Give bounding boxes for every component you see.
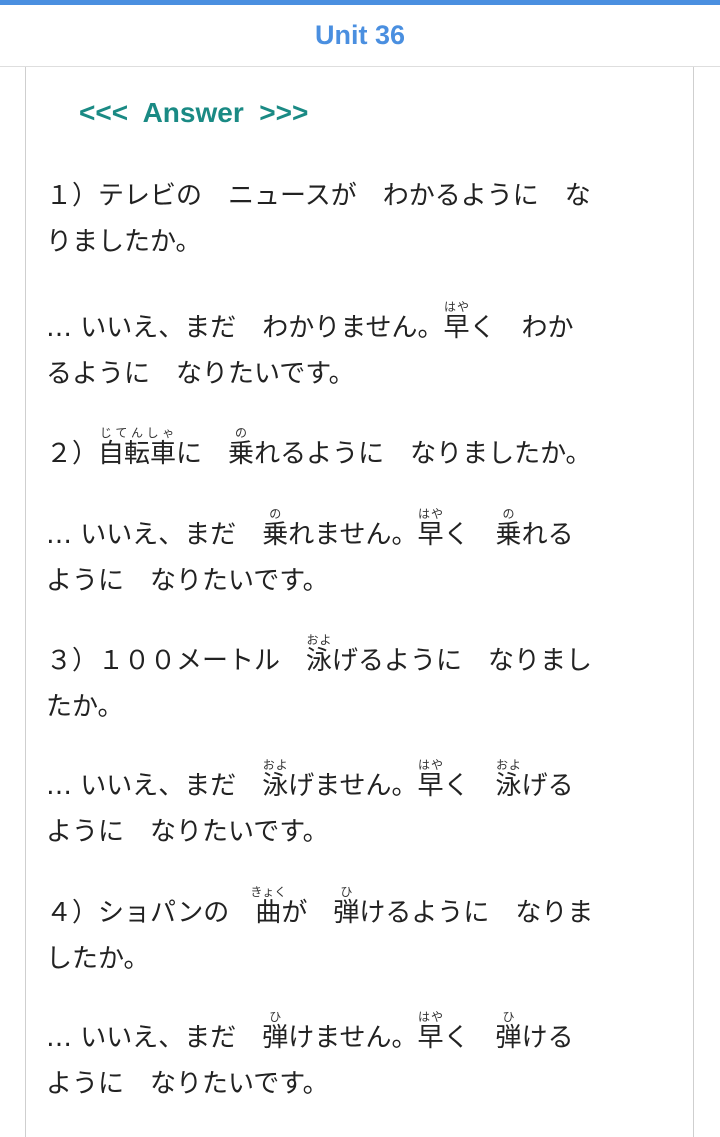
page-title: Unit 36 <box>314 20 406 50</box>
answer-3-text: … いいえ、まだ <box>46 771 263 801</box>
kanji: 早 <box>443 313 470 343</box>
top-accent-bar <box>0 0 720 5</box>
ruby-hi: 弾ひ <box>495 1010 522 1053</box>
answer-3: … いいえ、まだ 泳およげません。早はやく 泳およげる ように なりたいです。 <box>46 758 676 855</box>
question-3-text: げるように なりまし <box>332 646 593 676</box>
question-1: １）テレビの ニュースが わかるように なりましたか。 <box>46 173 676 265</box>
ruby-kyoku: 曲きょく <box>250 885 286 928</box>
ruby-haya: 早はや <box>417 1010 444 1053</box>
answer-4-text: く <box>443 1023 496 1053</box>
answer-2-text: く <box>443 520 496 550</box>
furigana: はや <box>417 758 444 772</box>
furigana: およ <box>306 633 333 647</box>
answer-4: … いいえ、まだ 弾ひけません。早はやく 弾ひける ように なりたいです。 <box>46 1010 676 1107</box>
question-4-line-2: したか。 <box>46 944 150 974</box>
question-2-text: ２） <box>46 439 99 469</box>
answer-3-text: げる <box>521 771 574 801</box>
ruby-oyo: 泳およ <box>495 758 522 801</box>
question-3-text: ３）１００メートル <box>46 646 307 676</box>
ruby-jitensha: 自転車じてんしゃ <box>98 426 177 469</box>
ruby-haya: 早はや <box>417 507 444 550</box>
kanji: 早 <box>417 1023 444 1053</box>
furigana: の <box>262 507 289 521</box>
furigana: ひ <box>262 1010 289 1024</box>
furigana: はや <box>443 300 470 314</box>
answer-2-text: … いいえ、まだ <box>46 520 263 550</box>
question-1-line-1: １）テレビの ニュースが わかるように な <box>46 181 591 211</box>
question-2-text: に <box>176 439 229 469</box>
answer-4-line-2: ように なりたいです。 <box>46 1069 329 1099</box>
question-2: ２）自転車じてんしゃに 乗のれるように なりましたか。 <box>46 426 676 477</box>
ruby-no: 乗の <box>495 507 522 550</box>
kanji: 泳 <box>262 771 289 801</box>
question-3-line-2: たか。 <box>46 692 124 722</box>
answer-3-text: げません。 <box>288 771 418 801</box>
kanji: 弾 <box>262 1023 289 1053</box>
answer-heading: <<< Answer >>> <box>79 97 309 128</box>
furigana: ひ <box>495 1010 522 1024</box>
answer-2: … いいえ、まだ 乗のれません。早はやく 乗のれる ように なりたいです。 <box>46 507 676 604</box>
kanji: 弾 <box>333 898 360 928</box>
ruby-haya: 早はや <box>443 300 470 343</box>
answer-3-text: く <box>443 771 496 801</box>
ruby-hi: 弾ひ <box>333 885 360 928</box>
furigana: およ <box>262 758 289 772</box>
kanji: 弾 <box>495 1023 522 1053</box>
answer-4-text: … いいえ、まだ <box>46 1023 263 1053</box>
kanji: 早 <box>417 771 444 801</box>
furigana: の <box>228 426 255 440</box>
kanji: 乗 <box>495 520 522 550</box>
answer-2-text: れる <box>521 520 574 550</box>
ruby-no: 乗の <box>262 507 289 550</box>
ruby-haya: 早はや <box>417 758 444 801</box>
question-2-text: れるように なりましたか。 <box>254 439 592 469</box>
furigana: じてんしゃ <box>98 426 177 440</box>
question-4-text: ４）ショパンの <box>46 898 256 928</box>
answer-2-text: れません。 <box>288 520 418 550</box>
question-4-text: けるように なりま <box>359 898 594 928</box>
furigana: の <box>495 507 522 521</box>
kanji: 泳 <box>495 771 522 801</box>
kanji: 乗 <box>228 439 255 469</box>
kanji: 早 <box>417 520 444 550</box>
question-1-line-2: りましたか。 <box>46 227 202 257</box>
answer-3-line-2: ように なりたいです。 <box>46 817 329 847</box>
furigana: はや <box>417 1010 444 1024</box>
furigana: きょく <box>250 885 287 899</box>
answer-4-text: ける <box>521 1023 574 1053</box>
answer-1-text: … いいえ、まだ わかりません。 <box>46 313 444 343</box>
question-4: ４）ショパンの 曲きょくが 弾ひけるように なりましたか。 <box>46 885 676 982</box>
kanji: 乗 <box>262 520 289 550</box>
furigana: およ <box>495 758 522 772</box>
answer-1-line-2: るように なりたいです。 <box>46 359 355 389</box>
furigana: ひ <box>333 885 360 899</box>
kanji: 泳 <box>306 646 333 676</box>
ruby-hi: 弾ひ <box>262 1010 289 1053</box>
ruby-no: 乗の <box>228 426 255 469</box>
answer-1-text: く わか <box>469 313 574 343</box>
answer-2-line-2: ように なりたいです。 <box>46 566 329 596</box>
question-3: ３）１００メートル 泳およげるように なりましたか。 <box>46 633 676 730</box>
answer-1: … いいえ、まだ わかりません。早はやく わかるように なりたいです。 <box>46 300 676 397</box>
ruby-oyo: 泳およ <box>306 633 333 676</box>
question-4-text: が <box>281 898 334 928</box>
answer-4-text: けません。 <box>288 1023 418 1053</box>
ruby-oyo: 泳およ <box>262 758 289 801</box>
furigana: はや <box>417 507 444 521</box>
kanji: 自転車 <box>98 439 177 469</box>
